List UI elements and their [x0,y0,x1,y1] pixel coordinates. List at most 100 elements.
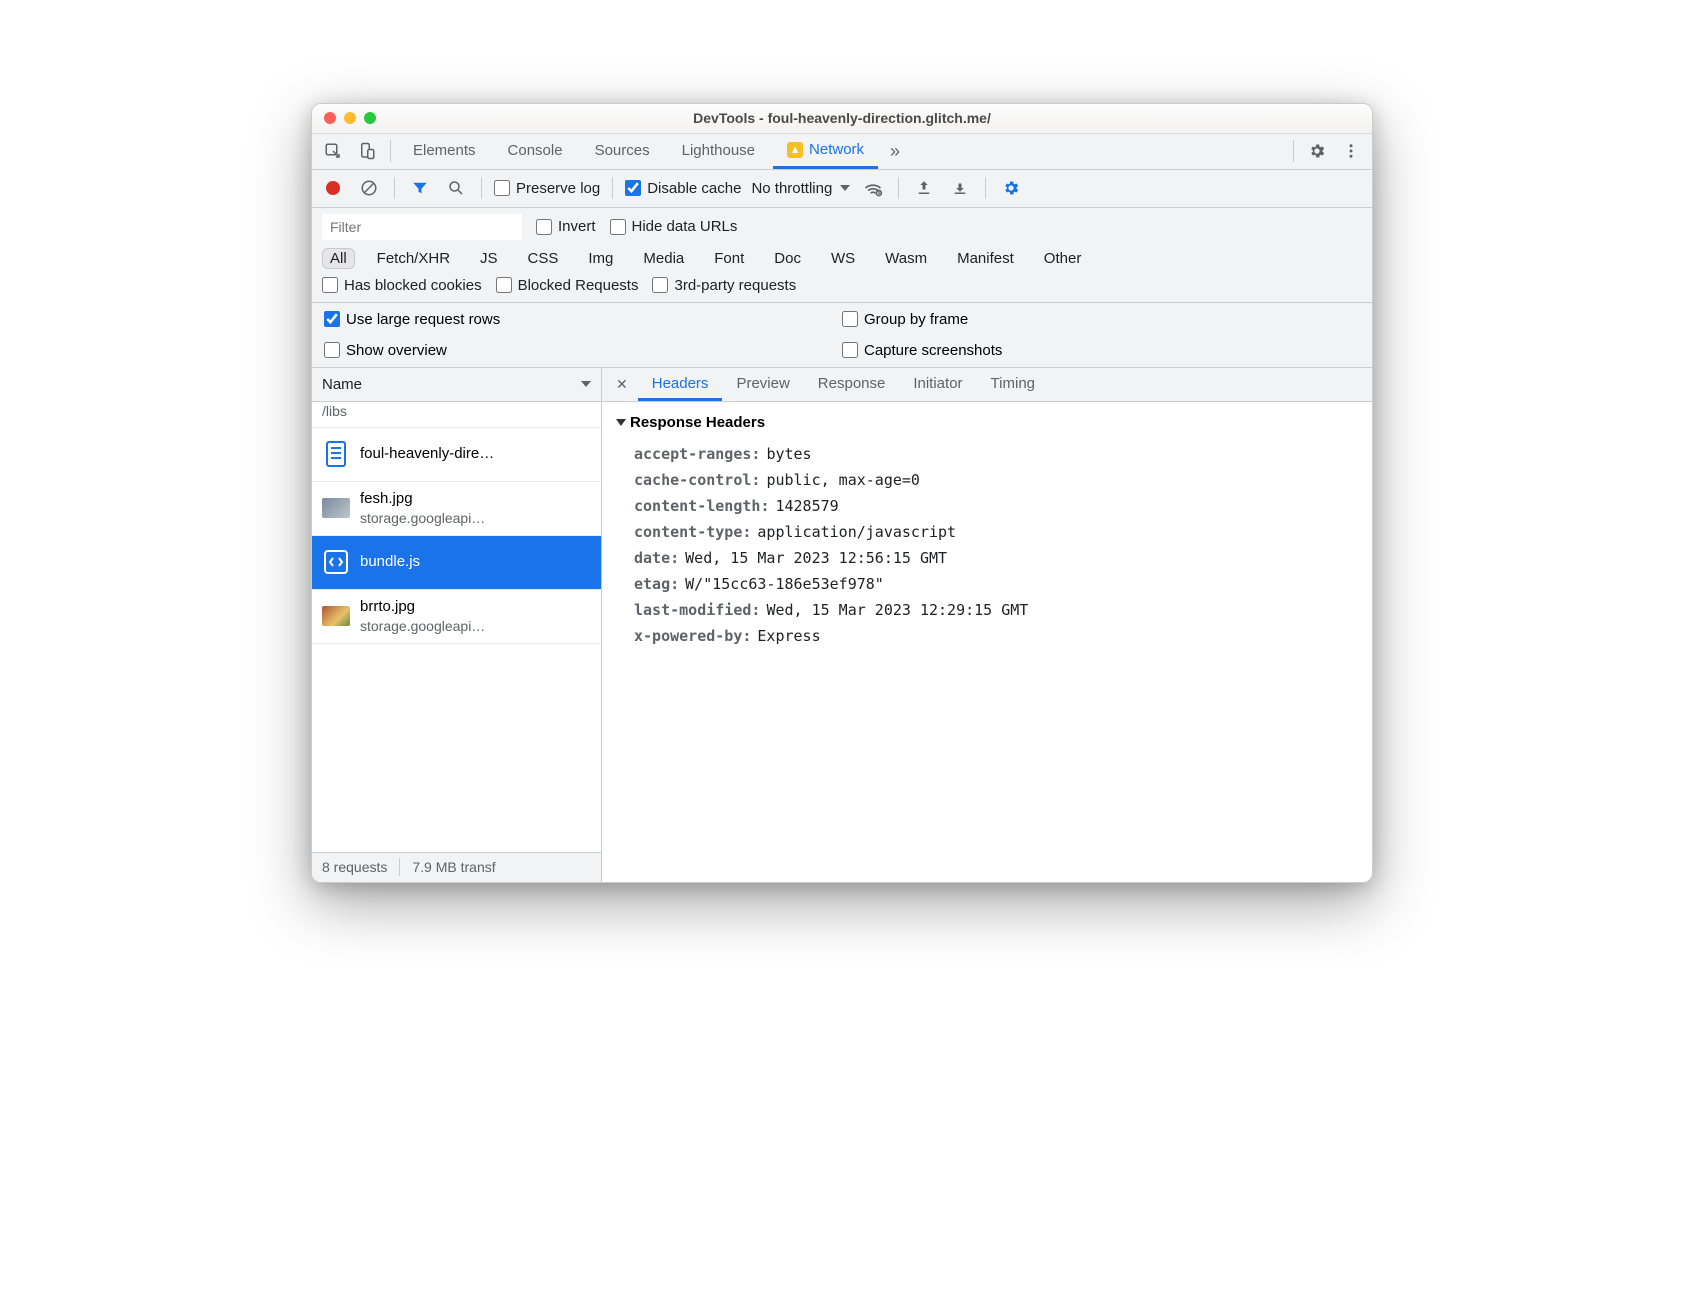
chip-media[interactable]: Media [635,248,692,269]
response-header-row: etagW/"15cc63-186e53ef978" [616,571,1358,597]
record-icon [326,181,340,195]
chip-img[interactable]: Img [580,248,621,269]
show-overview-checkbox[interactable]: Show overview [324,342,842,359]
request-sub: storage.googleapi… [360,617,485,635]
filter-input[interactable] [322,214,522,240]
window-title: DevTools - foul-heavenly-direction.glitc… [312,110,1372,126]
disable-cache-checkbox[interactable]: Disable cache [625,180,741,197]
request-name: bundle.js [360,552,420,572]
record-button[interactable] [320,175,346,201]
group-by-frame-label: Group by frame [864,311,968,328]
device-mode-icon[interactable] [352,136,382,166]
header-value: W/"15cc63-186e53ef978" [685,575,884,593]
chip-all[interactable]: All [322,248,355,269]
response-headers-section[interactable]: Response Headers [616,414,1358,431]
dtab-initiator[interactable]: Initiator [899,367,976,401]
preserve-log-label: Preserve log [516,180,600,197]
group-by-frame-checkbox[interactable]: Group by frame [842,311,1360,328]
header-key: date [634,549,679,567]
settings-gear-icon[interactable] [1302,136,1332,166]
upload-har-icon[interactable] [911,175,937,201]
response-header-row: x-powered-byExpress [616,623,1358,649]
header-key: last-modified [634,601,760,619]
preserve-log-checkbox[interactable]: Preserve log [494,180,600,197]
request-row[interactable]: fesh.jpgstorage.googleapi… [312,482,601,536]
chip-css[interactable]: CSS [520,248,567,269]
clear-button[interactable] [356,175,382,201]
header-value: bytes [766,445,811,463]
use-large-rows-checkbox[interactable]: Use large request rows [324,311,842,328]
requests-column-header[interactable]: Name [312,368,601,402]
title-bar: DevTools - foul-heavenly-direction.glitc… [312,104,1372,134]
dtab-headers[interactable]: Headers [638,367,723,401]
maximize-window-icon[interactable] [364,112,376,124]
download-har-icon[interactable] [947,175,973,201]
blocked-requests-checkbox[interactable]: Blocked Requests [496,277,639,294]
third-party-label: 3rd-party requests [674,277,796,294]
tab-elements[interactable]: Elements [399,133,490,169]
chip-other[interactable]: Other [1036,248,1090,269]
request-row[interactable]: bundle.js [312,536,601,590]
header-key: content-type [634,523,751,541]
network-conditions-icon[interactable] [860,175,886,201]
detail-panel: ✕ Headers Preview Response Initiator Tim… [602,368,1372,882]
filter-icon[interactable] [407,175,433,201]
network-toolbar: Preserve log Disable cache No throttling [312,170,1372,208]
script-icon [322,548,350,576]
header-value: Wed, 15 Mar 2023 12:29:15 GMT [766,601,1028,619]
kebab-menu-icon[interactable] [1336,136,1366,166]
response-headers-label: Response Headers [630,414,765,431]
requests-list: /libsfoul-heavenly-dire…fesh.jpgstorage.… [312,402,601,852]
throttling-dropdown[interactable]: No throttling [751,180,850,197]
tab-network[interactable]: ▲ Network [773,133,878,169]
has-blocked-cookies-checkbox[interactable]: Has blocked cookies [322,277,482,294]
response-header-row: content-length1428579 [616,493,1358,519]
chip-ws[interactable]: WS [823,248,863,269]
response-header-row: cache-controlpublic, max-age=0 [616,467,1358,493]
request-type-filters: All Fetch/XHR JS CSS Img Media Font Doc … [322,248,1362,269]
request-name: fesh.jpg [360,489,485,509]
invert-label: Invert [558,218,596,235]
minimize-window-icon[interactable] [344,112,356,124]
blocked-requests-label: Blocked Requests [518,277,639,294]
main-area: Name /libsfoul-heavenly-dire…fesh.jpgsto… [312,368,1372,882]
invert-checkbox[interactable]: Invert [536,218,596,235]
request-row[interactable]: /libs [312,402,601,428]
hide-data-urls-checkbox[interactable]: Hide data URLs [610,218,738,235]
chip-wasm[interactable]: Wasm [877,248,935,269]
more-tabs-button[interactable]: » [882,141,908,162]
tab-lighthouse[interactable]: Lighthouse [668,133,769,169]
use-large-rows-label: Use large request rows [346,311,500,328]
throttling-label: No throttling [751,180,832,197]
request-row[interactable]: brrto.jpgstorage.googleapi… [312,590,601,644]
close-window-icon[interactable] [324,112,336,124]
third-party-checkbox[interactable]: 3rd-party requests [652,277,796,294]
capture-screenshots-checkbox[interactable]: Capture screenshots [842,342,1360,359]
status-requests: 8 requests [322,859,387,875]
chip-font[interactable]: Font [706,248,752,269]
request-row[interactable]: foul-heavenly-dire… [312,428,601,482]
chip-js[interactable]: JS [472,248,506,269]
document-icon [322,440,350,468]
chip-manifest[interactable]: Manifest [949,248,1022,269]
dtab-preview[interactable]: Preview [722,367,803,401]
response-header-row: content-type application/javascript [616,519,1358,545]
header-value: Wed, 15 Mar 2023 12:56:15 GMT [685,549,947,567]
header-key: accept-ranges [634,445,760,463]
search-icon[interactable] [443,175,469,201]
tab-console[interactable]: Console [494,133,577,169]
chip-fetch-xhr[interactable]: Fetch/XHR [369,248,458,269]
inspect-element-icon[interactable] [318,136,348,166]
header-value: application/javascript [757,523,956,541]
close-detail-button[interactable]: ✕ [606,376,638,393]
tab-sources[interactable]: Sources [581,133,664,169]
warning-badge-icon: ▲ [787,142,803,158]
dtab-response[interactable]: Response [804,367,900,401]
detail-body: Response Headers accept-ranges bytes cache… [602,402,1372,882]
header-value: Express [757,627,820,645]
dtab-timing[interactable]: Timing [977,367,1049,401]
network-settings-icon[interactable] [998,175,1024,201]
image-thumbnail-icon [322,494,350,522]
chip-doc[interactable]: Doc [766,248,809,269]
detail-tabs: ✕ Headers Preview Response Initiator Tim… [602,368,1372,402]
